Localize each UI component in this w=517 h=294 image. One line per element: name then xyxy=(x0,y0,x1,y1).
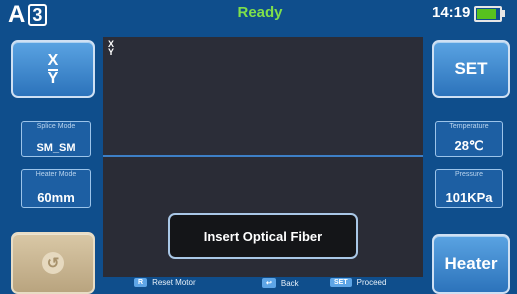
battery-icon xyxy=(474,6,502,22)
undo-icon: ↺ xyxy=(42,252,64,274)
reset-key-icon: R xyxy=(134,278,148,287)
splice-mode-label: Splice Mode xyxy=(36,123,76,130)
heater-button[interactable]: Heater xyxy=(432,234,510,294)
pressure-label: Pressure xyxy=(454,171,483,178)
pressure-box: Pressure 101KPa xyxy=(435,169,503,208)
xy-view-button[interactable]: X Y xyxy=(11,40,95,98)
message-box: Insert Optical Fiber xyxy=(168,213,358,259)
status-text: Ready xyxy=(237,4,283,21)
clock: 14:19 xyxy=(432,4,471,21)
view-x-label: X xyxy=(47,51,59,71)
brand-logo: A 3 xyxy=(8,1,58,28)
heater-mode-label: Heater Mode xyxy=(35,171,77,178)
splice-mode-value: SM_SM xyxy=(36,142,76,154)
pressure-value: 101KPa xyxy=(445,190,493,205)
proceed-hint: SET Proceed xyxy=(330,278,386,287)
logo-letter: A xyxy=(8,1,27,28)
camera-axis-label: X Y xyxy=(108,39,115,57)
splice-mode-box[interactable]: Splice Mode SM_SM xyxy=(21,121,91,157)
temperature-value: 28℃ xyxy=(454,138,484,153)
reset-motor-label: Reset Motor xyxy=(152,278,196,287)
temperature-label: Temperature xyxy=(449,123,489,130)
proceed-label: Proceed xyxy=(356,278,387,287)
temperature-box: Temperature 28℃ xyxy=(435,121,503,157)
heater-mode-box[interactable]: Heater Mode 60mm xyxy=(21,169,91,208)
back-label: Back xyxy=(280,278,299,288)
battery-level-fill xyxy=(477,9,497,19)
logo-number: 3 xyxy=(28,4,48,26)
view-y-label: Y xyxy=(47,69,59,87)
reset-motor-hint: R Reset Motor xyxy=(134,278,196,287)
set-button[interactable]: SET xyxy=(432,40,510,98)
camera-view-top: X Y xyxy=(103,37,423,155)
back-button[interactable]: ↺ xyxy=(11,232,95,294)
battery-tip xyxy=(502,10,505,17)
set-key-icon: SET xyxy=(330,278,352,287)
heater-mode-value: 60mm xyxy=(37,190,75,205)
